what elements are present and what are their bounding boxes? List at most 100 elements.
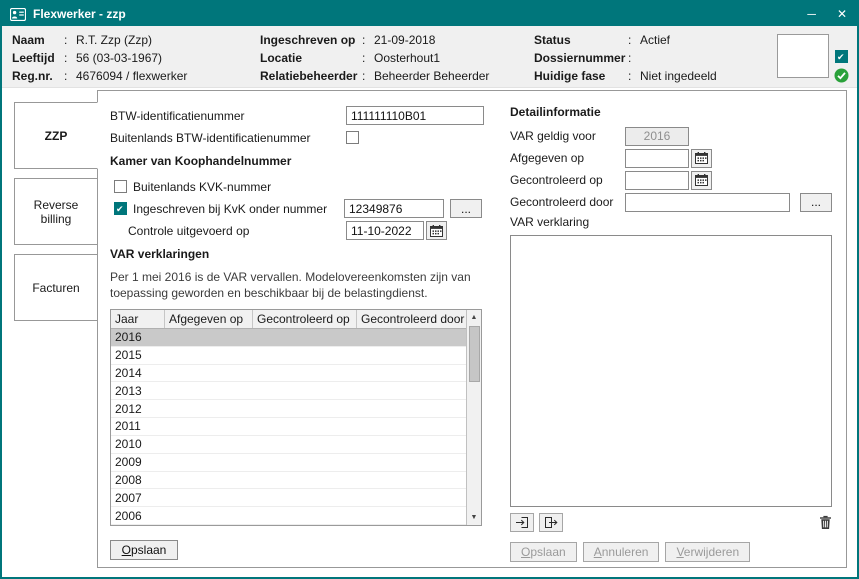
relatiebeheerder-label: Relatiebeheerder xyxy=(260,68,362,85)
var-table-header: Jaar Afgegeven op Gecontroleerd op Gecon… xyxy=(111,310,466,329)
kvk-number-input[interactable] xyxy=(344,199,444,218)
header-column-3: Status:Actief Dossiernummer: Huidige fas… xyxy=(534,32,777,83)
locatie-label: Locatie xyxy=(260,50,362,67)
gecontroleerd-door-input[interactable] xyxy=(625,193,790,212)
trash-icon xyxy=(819,515,832,530)
buitenlands-btw-checkbox[interactable] xyxy=(346,131,359,144)
locatie-value: Oosterhout1 xyxy=(374,51,440,65)
scroll-down-icon[interactable]: ▼ xyxy=(467,510,482,525)
year-cell: 2007 xyxy=(111,491,146,505)
year-cell: 2011 xyxy=(111,419,145,433)
year-cell: 2013 xyxy=(111,384,146,398)
var-note: Per 1 mei 2016 is de VAR vervallen. Mode… xyxy=(110,269,488,301)
header-checkbox[interactable] xyxy=(835,50,848,63)
table-row[interactable]: 2013 xyxy=(111,382,466,400)
app-icon xyxy=(10,8,26,21)
photo-placeholder[interactable] xyxy=(777,34,829,78)
column-header-afgegeven-op[interactable]: Afgegeven op xyxy=(165,310,253,328)
status-label: Status xyxy=(534,32,628,49)
ingeschreven-kvk-checkbox[interactable] xyxy=(114,202,127,215)
detail-opslaan-button[interactable]: Opslaan xyxy=(510,542,577,562)
var-geldig-input xyxy=(625,127,689,146)
scroll-thumb[interactable] xyxy=(469,326,480,382)
document-out-button[interactable] xyxy=(539,513,563,532)
tab-reverse-billing-label: Reverse billing xyxy=(19,198,93,226)
var-geldig-label: VAR geldig voor xyxy=(510,129,625,143)
var-table-main: Jaar Afgegeven op Gecontroleerd op Gecon… xyxy=(111,310,466,525)
window-title: Flexwerker - zzp xyxy=(33,7,786,21)
gecontroleerd-op-input[interactable] xyxy=(625,171,689,190)
gecontroleerd-op-label: Gecontroleerd op xyxy=(510,173,625,187)
table-row[interactable]: 2008 xyxy=(111,472,466,490)
year-cell: 2014 xyxy=(111,366,146,380)
gecontroleerd-door-lookup-button[interactable]: ... xyxy=(800,193,832,212)
flexwerker-window: Flexwerker - zzp ─ ✕ Naam:R.T. Zzp (Zzp)… xyxy=(0,0,859,579)
table-row[interactable]: 2016 xyxy=(111,329,466,347)
regnr-value: 4676094 / flexwerker xyxy=(76,69,187,83)
table-row[interactable]: 2014 xyxy=(111,365,466,383)
column-header-jaar[interactable]: Jaar xyxy=(111,310,165,328)
table-row[interactable]: 2010 xyxy=(111,436,466,454)
afgegeven-op-label: Afgegeven op xyxy=(510,151,625,165)
relatiebeheerder-value: Beheerder Beheerder xyxy=(374,69,489,83)
status-value: Actief xyxy=(640,33,670,47)
regnr-label: Reg.nr. xyxy=(12,68,64,85)
gecontroleerd-door-label: Gecontroleerd door xyxy=(510,195,625,209)
detail-icon-row xyxy=(510,511,832,533)
table-row[interactable]: 2006 xyxy=(111,507,466,525)
delete-var-button[interactable] xyxy=(819,515,832,530)
calendar-icon xyxy=(430,225,443,237)
table-row[interactable]: 2011 xyxy=(111,418,466,436)
buitenlands-btw-label: Buitenlands BTW-identificatienummer xyxy=(110,131,346,145)
minimize-button[interactable]: ─ xyxy=(807,2,816,26)
column-header-gecontroleerd-op[interactable]: Gecontroleerd op xyxy=(253,310,357,328)
detail-verwijderen-button[interactable]: Verwijderen xyxy=(665,542,750,562)
leeftijd-value: 56 (03-03-1967) xyxy=(76,51,162,65)
column-header-gecontroleerd-door[interactable]: Gecontroleerd door xyxy=(357,310,466,328)
detail-verwijderen-label: Verwijderen xyxy=(676,545,739,559)
table-row[interactable]: 2015 xyxy=(111,347,466,365)
header-column-1: Naam:R.T. Zzp (Zzp) Leeftijd:56 (03-03-1… xyxy=(12,32,260,83)
header-column-2: Ingeschreven op:21-09-2018 Locatie:Ooste… xyxy=(260,32,534,83)
opslaan-button[interactable]: Opslaan xyxy=(110,540,178,560)
detail-panel: Detailinformatie VAR geldig voor Afgegev… xyxy=(490,91,846,567)
table-row[interactable]: 2012 xyxy=(111,400,466,418)
kvk-lookup-button[interactable]: ... xyxy=(450,199,482,218)
year-cell: 2009 xyxy=(111,455,146,469)
calendar-icon xyxy=(695,174,708,186)
tab-zzp-label: ZZP xyxy=(45,129,68,143)
tab-reverse-billing[interactable]: Reverse billing xyxy=(14,178,98,245)
table-row[interactable]: 2007 xyxy=(111,489,466,507)
afgegeven-calendar-button[interactable] xyxy=(691,149,712,168)
tab-facturen[interactable]: Facturen xyxy=(14,254,98,321)
detail-annuleren-label: Annuleren xyxy=(594,545,649,559)
var-verklaring-textarea[interactable] xyxy=(510,235,832,507)
document-in-icon xyxy=(515,516,529,529)
year-cell: 2008 xyxy=(111,473,146,487)
table-row[interactable]: 2009 xyxy=(111,454,466,472)
year-cell: 2010 xyxy=(111,437,146,451)
naam-value: R.T. Zzp (Zzp) xyxy=(76,33,152,47)
afgegeven-op-input[interactable] xyxy=(625,149,689,168)
table-scrollbar[interactable]: ▲ ▼ xyxy=(466,310,481,525)
btw-input[interactable] xyxy=(346,106,484,125)
scroll-up-icon[interactable]: ▲ xyxy=(467,310,482,325)
detail-annuleren-button[interactable]: Annuleren xyxy=(583,542,660,562)
year-cell: 2016 xyxy=(111,330,146,344)
calendar-icon xyxy=(695,152,708,164)
tab-facturen-label: Facturen xyxy=(32,281,79,295)
document-in-button[interactable] xyxy=(510,513,534,532)
controle-date-input[interactable] xyxy=(346,221,424,240)
opslaan-label: Opslaan xyxy=(121,543,167,557)
var-verklaring-label: VAR verklaring xyxy=(510,215,832,233)
year-cell: 2015 xyxy=(111,348,146,362)
header-info: Naam:R.T. Zzp (Zzp) Leeftijd:56 (03-03-1… xyxy=(2,26,857,88)
tab-zzp[interactable]: ZZP xyxy=(14,102,98,169)
ingeschreven-op-label: Ingeschreven op xyxy=(260,32,362,49)
controle-calendar-button[interactable] xyxy=(426,221,447,240)
gecontroleerd-op-calendar-button[interactable] xyxy=(691,171,712,190)
detail-opslaan-label: Opslaan xyxy=(521,545,566,559)
close-button[interactable]: ✕ xyxy=(837,2,847,26)
buitenlands-kvk-checkbox[interactable] xyxy=(114,180,127,193)
detail-button-row: Opslaan Annuleren Verwijderen xyxy=(510,542,832,562)
